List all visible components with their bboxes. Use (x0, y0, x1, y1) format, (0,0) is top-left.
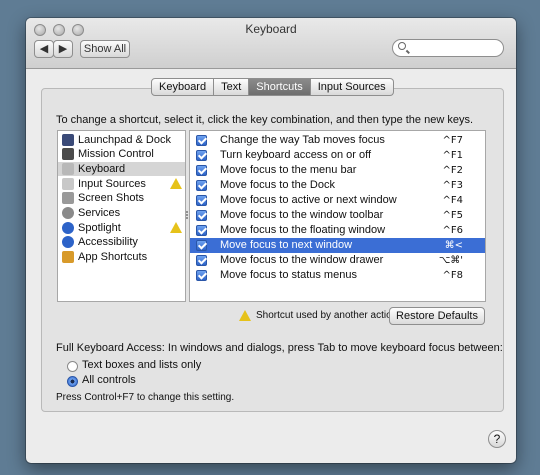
forward-button[interactable]: ▶ (53, 40, 73, 58)
category-item-accessibility[interactable]: Accessibility (58, 235, 185, 249)
shortcut-checkbox[interactable] (196, 135, 207, 146)
radio-all-controls[interactable] (67, 376, 78, 387)
shortcut-key[interactable]: ^F6 (443, 223, 464, 238)
shortcut-row[interactable]: Move focus to the window drawer ⌥⌘' (190, 253, 485, 268)
shortcut-row[interactable]: Move focus to active or next window ^F4 (190, 193, 485, 208)
category-item-spotlight[interactable]: Spotlight (58, 221, 185, 235)
input-sources-icon (62, 178, 74, 190)
category-item-keyboard[interactable]: Keyboard (58, 162, 185, 176)
preferences-window: Keyboard ◀ ▶ Show All Keyboard Text Shor… (26, 18, 516, 463)
tab-bar: Keyboard Text Shortcuts Input Sources (151, 78, 394, 96)
category-list[interactable]: Launchpad & Dock Mission Control Keyboar… (57, 130, 186, 302)
shortcut-row[interactable]: Move focus to the menu bar ^F2 (190, 163, 485, 178)
shortcut-key[interactable]: ^F5 (443, 208, 464, 223)
category-item-input-sources[interactable]: Input Sources (58, 177, 185, 191)
app-shortcuts-icon (62, 251, 74, 263)
search-field[interactable] (392, 39, 504, 57)
keyboard-icon (62, 163, 74, 175)
shortcut-checkbox[interactable] (196, 150, 207, 161)
shortcut-checkbox[interactable] (196, 165, 207, 176)
accessibility-icon (62, 236, 74, 248)
shortcut-row-selected[interactable]: Move focus to next window ⌘< (190, 238, 485, 253)
search-icon (398, 42, 406, 50)
shortcut-row[interactable]: Move focus to status menus ^F8 (190, 268, 485, 283)
show-all-button[interactable]: Show All (80, 40, 130, 58)
radio-text-boxes-only[interactable] (67, 361, 78, 372)
shortcut-row[interactable]: Move focus to the window toolbar ^F5 (190, 208, 485, 223)
category-item-services[interactable]: Services (58, 206, 185, 220)
keyboard-access-hint: Press Control+F7 to change this setting. (56, 392, 235, 403)
category-item-launchpad-dock[interactable]: Launchpad & Dock (58, 133, 185, 147)
shortcut-list[interactable]: Change the way Tab moves focus ^F7 Turn … (189, 130, 486, 302)
radio-label-all-controls: All controls (82, 374, 136, 386)
screenshot-icon (62, 192, 74, 204)
warning-icon (239, 310, 251, 321)
shortcut-key[interactable]: ^F8 (443, 268, 464, 283)
shortcut-key[interactable]: ^F7 (443, 133, 464, 148)
tab-input-sources[interactable]: Input Sources (310, 78, 394, 96)
gear-icon (62, 207, 74, 219)
shortcut-checkbox[interactable] (196, 270, 207, 281)
window-title: Keyboard (245, 22, 297, 36)
help-button[interactable]: ? (488, 430, 506, 448)
full-keyboard-access-label: Full Keyboard Access: In windows and dia… (56, 342, 503, 354)
shortcut-key[interactable]: ^F3 (443, 178, 464, 193)
category-item-app-shortcuts[interactable]: App Shortcuts (58, 250, 185, 264)
shortcut-checkbox[interactable] (196, 225, 207, 236)
shortcut-row[interactable]: Change the way Tab moves focus ^F7 (190, 133, 485, 148)
category-item-screen-shots[interactable]: Screen Shots (58, 191, 185, 205)
shortcut-key[interactable]: ⌥⌘' (439, 253, 463, 268)
tab-keyboard[interactable]: Keyboard (151, 78, 215, 96)
shortcut-key[interactable]: ^F2 (443, 163, 464, 178)
tab-shortcuts[interactable]: Shortcuts (249, 78, 311, 96)
shortcut-checkbox[interactable] (196, 210, 207, 221)
launchpad-dock-icon (62, 134, 74, 146)
shortcut-checkbox[interactable] (196, 255, 207, 266)
shortcut-key[interactable]: ⌘< (445, 238, 463, 253)
mission-control-icon (62, 148, 74, 160)
shortcut-row[interactable]: Turn keyboard access on or off ^F1 (190, 148, 485, 163)
restore-defaults-button[interactable]: Restore Defaults (389, 307, 485, 325)
shortcut-key[interactable]: ^F1 (443, 148, 464, 163)
conflict-legend: Shortcut used by another action (256, 310, 398, 321)
tab-text[interactable]: Text (214, 78, 250, 96)
warning-icon (170, 178, 182, 189)
shortcut-checkbox[interactable] (196, 195, 207, 206)
shortcut-checkbox[interactable] (196, 180, 207, 191)
shortcut-row[interactable]: Move focus to the floating window ^F6 (190, 223, 485, 238)
shortcut-checkbox[interactable] (196, 240, 207, 251)
category-item-mission-control[interactable]: Mission Control (58, 147, 185, 161)
warning-icon (170, 222, 182, 233)
shortcut-row[interactable]: Move focus to the Dock ^F3 (190, 178, 485, 193)
back-button[interactable]: ◀ (34, 40, 54, 58)
title-bar: Keyboard ◀ ▶ Show All (26, 18, 516, 69)
shortcut-key[interactable]: ^F4 (443, 193, 464, 208)
instruction-text: To change a shortcut, select it, click t… (56, 114, 474, 126)
spotlight-icon (62, 222, 74, 234)
radio-label-text-boxes: Text boxes and lists only (82, 359, 202, 371)
